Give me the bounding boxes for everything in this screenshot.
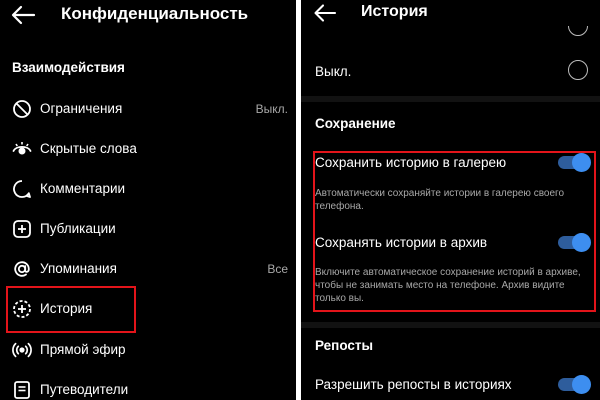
radio-button-off[interactable]: [568, 60, 588, 80]
privacy-header: Конфиденциальность: [0, 0, 296, 32]
page-title: История: [361, 3, 428, 20]
comment-icon: [13, 180, 31, 198]
menu-item-value: Выкл.: [255, 102, 288, 116]
menu-item-restrictions[interactable]: Ограничения Выкл.: [0, 92, 296, 128]
eye-icon: [12, 142, 32, 155]
page-title: Конфиденциальность: [61, 4, 249, 23]
menu-item-label: Публикации: [40, 221, 116, 236]
section-label-reposts: Репосты: [315, 338, 374, 353]
option-off[interactable]: Выкл.: [301, 58, 600, 84]
back-arrow-icon[interactable]: [10, 4, 36, 26]
back-arrow-icon[interactable]: [313, 3, 337, 23]
section-divider: [301, 96, 600, 102]
menu-item-label: Прямой эфир: [40, 342, 126, 357]
add-square-icon: [13, 220, 31, 238]
menu-item-label: Ограничения: [40, 101, 123, 116]
menu-item-label: Путеводители: [40, 382, 129, 397]
live-icon: [12, 342, 32, 358]
partial-option-row[interactable]: [301, 26, 600, 42]
highlight-box-saving: [313, 151, 596, 312]
menu-item-value: Все: [267, 262, 288, 276]
section-label-saving: Сохранение: [315, 116, 396, 131]
restrict-icon: [13, 100, 31, 118]
story-settings-screen: История Выкл. Сохранение Сохранить истор…: [301, 0, 600, 400]
allow-reposts-toggle[interactable]: [558, 375, 591, 394]
at-sign-icon: [14, 261, 30, 277]
menu-item-posts[interactable]: Публикации: [0, 212, 296, 248]
menu-item-hidden-words[interactable]: Скрытые слова: [0, 132, 296, 168]
menu-item-guides[interactable]: Путеводители: [0, 373, 296, 400]
menu-item-mentions[interactable]: Упоминания Все: [0, 252, 296, 288]
story-header: История: [301, 0, 600, 26]
section-label-interactions: Взаимодействия: [12, 60, 125, 75]
toggle-row-allow-reposts[interactable]: Разрешить репосты в историях: [301, 375, 600, 397]
highlight-box-story: [6, 286, 136, 333]
guide-icon: [14, 381, 30, 399]
privacy-settings-screen: Конфиденциальность Взаимодействия Ограни…: [0, 0, 296, 400]
toggle-knob: [572, 375, 591, 394]
radio-button[interactable]: [568, 26, 588, 36]
toggle-label: Разрешить репосты в историях: [315, 377, 512, 392]
menu-item-label: Комментарии: [40, 181, 126, 196]
menu-item-label: Упоминания: [40, 261, 117, 276]
menu-item-live[interactable]: Прямой эфир: [0, 333, 296, 369]
section-divider: [301, 322, 600, 328]
screenshot-stage: Конфиденциальность Взаимодействия Ограни…: [0, 0, 600, 400]
option-off-label: Выкл.: [315, 64, 352, 79]
menu-item-label: Скрытые слова: [40, 141, 137, 156]
menu-item-comments[interactable]: Комментарии: [0, 172, 296, 208]
